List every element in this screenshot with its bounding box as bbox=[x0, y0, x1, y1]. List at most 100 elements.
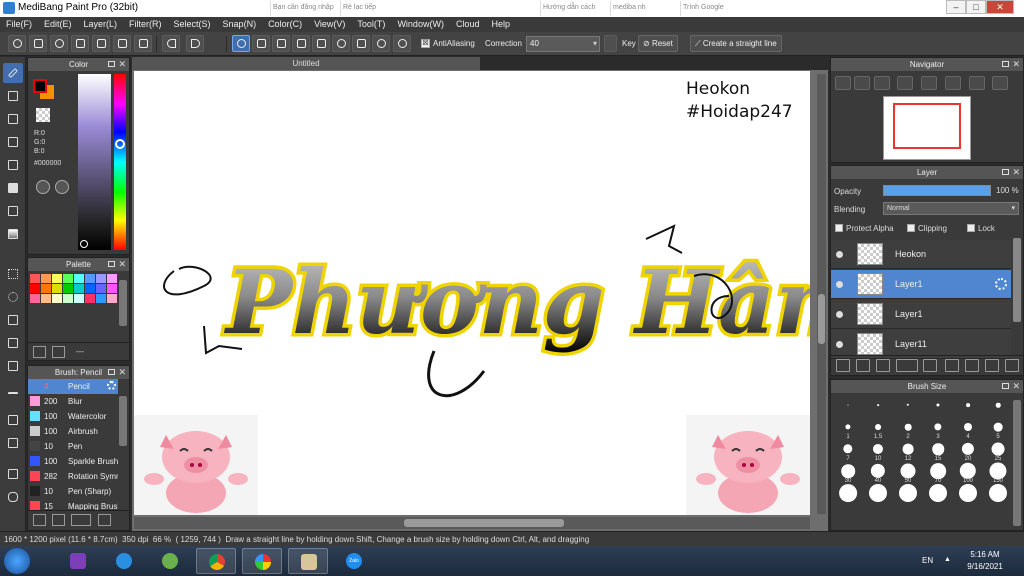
taskbar-medibang[interactable] bbox=[242, 548, 282, 574]
brush-size-cell[interactable]: 1 bbox=[833, 418, 863, 440]
brush-size-cell[interactable] bbox=[893, 484, 923, 506]
close-icon[interactable]: ✕ bbox=[118, 258, 126, 271]
cross-snap-icon[interactable] bbox=[272, 35, 290, 52]
brush-size-cell[interactable] bbox=[923, 396, 953, 418]
correction-select[interactable]: 40 ▾ bbox=[526, 36, 600, 52]
brush-list-item[interactable]: 4 Pencil bbox=[28, 379, 118, 394]
brush-list-item[interactable]: 10 Pen (Sharp) bbox=[28, 484, 118, 499]
layer-row[interactable]: Heokon bbox=[831, 240, 1011, 269]
brush-size-cell[interactable] bbox=[893, 396, 923, 418]
brush-list-item[interactable]: 100 Watercolor bbox=[28, 409, 118, 424]
delete-layer-icon[interactable] bbox=[1005, 359, 1019, 372]
palette-swatch[interactable] bbox=[85, 294, 95, 303]
color-wheel-icon[interactable] bbox=[36, 180, 50, 194]
language-indicator[interactable]: EN bbox=[922, 556, 933, 565]
taskbar-paint[interactable] bbox=[288, 548, 328, 574]
visibility-eye-icon[interactable] bbox=[836, 311, 843, 318]
eyedropper-tool-icon[interactable] bbox=[3, 433, 23, 453]
saturation-value-square[interactable] bbox=[78, 74, 111, 250]
palette-swatch[interactable] bbox=[41, 294, 51, 303]
document-icon[interactable] bbox=[92, 35, 110, 52]
brush-size-cell[interactable] bbox=[863, 484, 893, 506]
brush-size-cell[interactable] bbox=[923, 484, 953, 506]
clipping-checkbox[interactable]: Clipping bbox=[907, 224, 947, 233]
brush-list-item[interactable]: 100 Sparkle Brush bbox=[28, 454, 118, 469]
hue-cursor[interactable] bbox=[115, 139, 125, 149]
palette-swatch[interactable] bbox=[63, 284, 73, 293]
palette-swatch[interactable] bbox=[85, 274, 95, 283]
brush-list-item[interactable]: 10 Pen bbox=[28, 439, 118, 454]
vanishing-point-icon[interactable] bbox=[292, 35, 310, 52]
browser-tab[interactable]: Trình Google bbox=[680, 1, 744, 16]
menu-cloud[interactable]: Cloud bbox=[450, 17, 486, 32]
flip-horizontal-icon[interactable] bbox=[992, 76, 1008, 90]
brush-tool-icon[interactable] bbox=[3, 63, 23, 83]
gradient-tool-icon[interactable] bbox=[3, 224, 23, 244]
brush-size-cell[interactable]: 5 bbox=[983, 418, 1013, 440]
float-panel-icon[interactable] bbox=[108, 261, 115, 267]
palette-scrollbar[interactable] bbox=[119, 280, 127, 326]
lock-checkbox[interactable]: Lock bbox=[967, 224, 995, 233]
color-settings-icon[interactable] bbox=[55, 180, 69, 194]
protect-alpha-checkbox[interactable]: Protect Alpha bbox=[835, 224, 894, 233]
export-icon[interactable] bbox=[134, 35, 152, 52]
float-panel-icon[interactable] bbox=[1002, 383, 1009, 389]
canvas-horizontal-scrollbar[interactable] bbox=[134, 517, 810, 529]
parallel-snap-icon[interactable] bbox=[252, 35, 270, 52]
palette-swatch[interactable] bbox=[52, 294, 62, 303]
float-panel-icon[interactable] bbox=[1002, 61, 1009, 67]
undo-icon[interactable] bbox=[162, 35, 180, 52]
brush-size-scrollbar[interactable] bbox=[1013, 400, 1021, 526]
brush-size-cell[interactable]: 50 bbox=[893, 462, 923, 484]
palette-swatch[interactable] bbox=[74, 294, 84, 303]
layer-row[interactable]: Layer1 bbox=[831, 270, 1011, 299]
close-icon[interactable]: ✕ bbox=[118, 58, 126, 71]
delete-brush-icon[interactable] bbox=[52, 514, 65, 526]
taskbar-chrome[interactable] bbox=[196, 548, 236, 574]
zoom-out-icon[interactable] bbox=[874, 76, 890, 90]
brush-list-item[interactable]: 200 Blur bbox=[28, 394, 118, 409]
brush-size-cell[interactable] bbox=[833, 484, 863, 506]
brush-size-cell[interactable]: 20 bbox=[953, 440, 983, 462]
menu-color[interactable]: Color(C) bbox=[262, 17, 308, 32]
new-halftone-layer-icon[interactable] bbox=[856, 359, 870, 372]
move-tool-icon[interactable] bbox=[3, 155, 23, 175]
zoom-fit-icon[interactable] bbox=[854, 76, 870, 90]
scroll-thumb[interactable] bbox=[818, 294, 825, 344]
hue-slider[interactable] bbox=[114, 74, 126, 250]
new-layer-icon[interactable] bbox=[836, 359, 850, 372]
select-eraser-tool-icon[interactable] bbox=[3, 356, 23, 376]
palette-swatch[interactable] bbox=[85, 284, 95, 293]
brush-size-cell[interactable] bbox=[953, 396, 983, 418]
taskbar-visual-studio[interactable] bbox=[58, 548, 98, 574]
palette-swatch[interactable] bbox=[96, 294, 106, 303]
menu-layer[interactable]: Layer(L) bbox=[78, 17, 124, 32]
rotate-left-icon[interactable] bbox=[921, 76, 937, 90]
menu-view[interactable]: View(V) bbox=[308, 17, 351, 32]
select-rect-icon[interactable] bbox=[3, 264, 23, 284]
zoom-in-icon[interactable] bbox=[835, 76, 851, 90]
opacity-slider[interactable] bbox=[883, 185, 991, 196]
merge-down-icon[interactable] bbox=[965, 359, 979, 372]
select-pen-tool-icon[interactable] bbox=[3, 333, 23, 353]
scroll-thumb[interactable] bbox=[404, 519, 564, 527]
menu-help[interactable]: Help bbox=[485, 17, 516, 32]
start-button[interactable] bbox=[4, 548, 30, 574]
visibility-eye-icon[interactable] bbox=[836, 281, 843, 288]
palette-swatch[interactable] bbox=[63, 294, 73, 303]
palette-swatch[interactable] bbox=[74, 274, 84, 283]
canvas-tab[interactable]: Untitled bbox=[132, 57, 480, 70]
browser-tab[interactable]: Rè lạc tiếp bbox=[340, 1, 404, 16]
brush-size-cell[interactable]: 150 bbox=[983, 462, 1013, 484]
menu-edit[interactable]: Edit(E) bbox=[38, 17, 78, 32]
save-icon[interactable] bbox=[71, 35, 89, 52]
visibility-eye-icon[interactable] bbox=[836, 251, 843, 258]
brush-size-cell[interactable] bbox=[983, 396, 1013, 418]
brush-size-cell[interactable]: 2 bbox=[893, 418, 923, 440]
tray-arrow-icon[interactable]: ▲ bbox=[944, 556, 954, 564]
menu-window[interactable]: Window(W) bbox=[391, 17, 450, 32]
palette-swatch[interactable] bbox=[107, 294, 117, 303]
hand-tool-icon[interactable] bbox=[3, 487, 23, 507]
brush-list-item[interactable]: 282 Rotation Symmetry bbox=[28, 469, 118, 484]
close-icon[interactable]: ✕ bbox=[118, 366, 126, 379]
